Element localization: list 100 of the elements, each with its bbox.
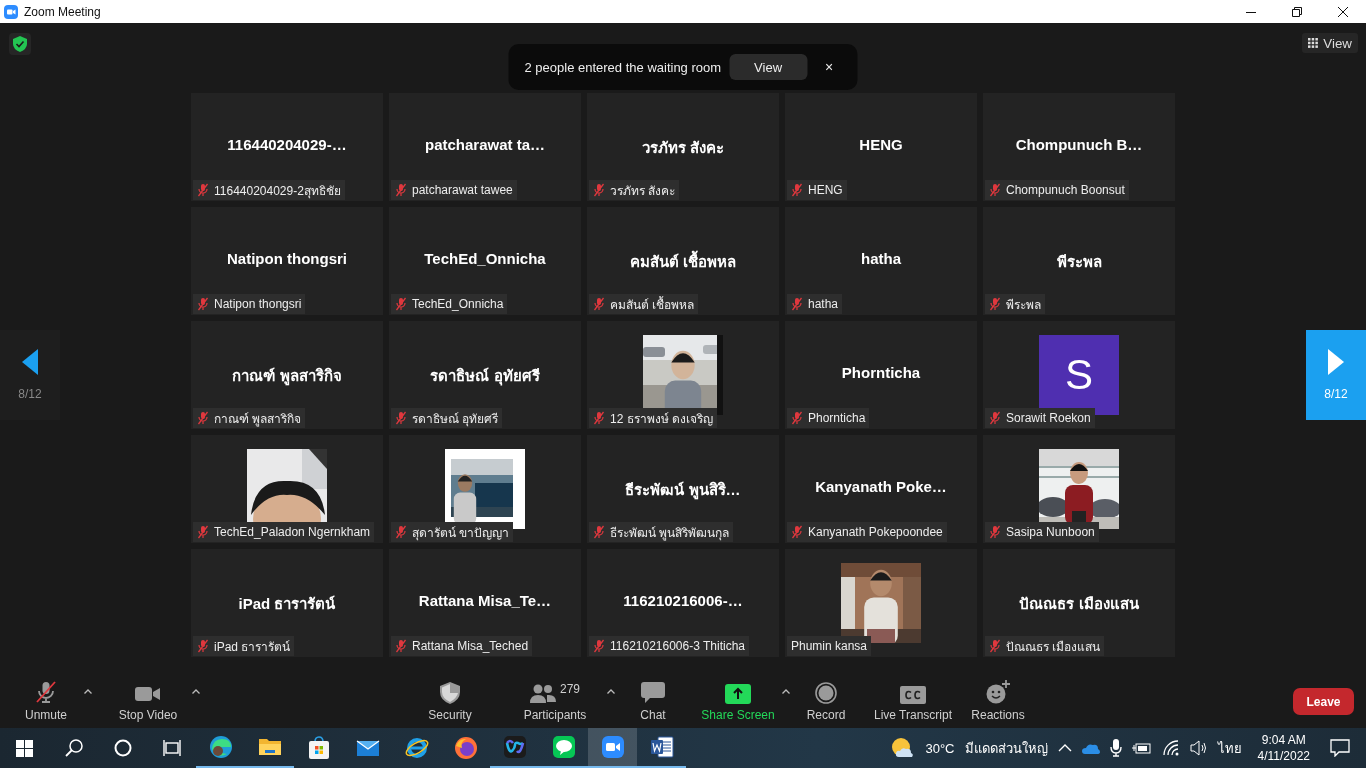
- view-button[interactable]: View: [729, 54, 808, 80]
- windows-logo-icon[interactable]: [16, 739, 33, 757]
- view-button[interactable]: View: [1302, 33, 1358, 53]
- shield-icon[interactable]: [9, 33, 31, 55]
- flame-globe-icon: [453, 736, 478, 760]
- grid-icon: [1308, 38, 1319, 48]
- previous-page-button[interactable]: 8/12: [0, 330, 60, 420]
- mic-icon[interactable]: [1109, 739, 1122, 757]
- participant-name: ธีระพัฒน์ พูนสิริ…: [625, 480, 741, 502]
- participant-name: กาณฑ์ พูลสาริกิจ: [232, 366, 342, 388]
- leave-button[interactable]: Leave: [1293, 688, 1354, 715]
- name-label: วรภัทร สังคะ: [589, 180, 680, 200]
- right-arrow-icon: [1328, 349, 1344, 375]
- name-label: Rattana Misa_Teched: [391, 636, 533, 656]
- cloud-icon[interactable]: [1081, 742, 1100, 754]
- name-label: Phumin kansa: [787, 636, 872, 656]
- name-label: hatha: [787, 294, 843, 314]
- caret-icon[interactable]: [780, 687, 792, 696]
- participant-name: รดาธิษณ์ อุทัยศรี: [430, 366, 540, 388]
- toolbar-button[interactable]: 279 Participants: [505, 675, 605, 728]
- record-icon: [815, 682, 837, 704]
- notification-icon[interactable]: [1330, 739, 1350, 757]
- participant-name: Phornticha: [841, 364, 921, 381]
- chat-bubble-icon: [551, 735, 576, 759]
- sun-cloud-icon: [891, 737, 916, 759]
- language-indicator[interactable]: ไทย: [1217, 737, 1242, 759]
- participant-name: พีระพล: [1056, 252, 1102, 272]
- notification-message: 2 people entered the waiting room: [524, 59, 722, 75]
- speech-bubble-icon: [641, 682, 665, 704]
- participant-name: HENG: [859, 136, 903, 153]
- participant-name: Kanyanath Poke…: [815, 478, 947, 495]
- participant-name: Rattana Misa_Te…: [418, 592, 552, 609]
- name-label: รดาธิษณ์ อุทัยศรี: [391, 408, 503, 428]
- video-camera-icon: [600, 735, 625, 759]
- toolbar-button[interactable]: Reactions: [963, 675, 1033, 728]
- restore-icon[interactable]: [1292, 6, 1302, 17]
- name-label: 116210216006-3 Thiticha: [589, 636, 749, 656]
- name-label: Kanyanath Pokepoondee: [787, 522, 947, 542]
- name-label: พีระพล: [985, 294, 1045, 314]
- participant-name: 116440204029-…: [227, 136, 347, 153]
- caret-icon[interactable]: [190, 687, 202, 696]
- loop-icon: [502, 735, 527, 759]
- toolbar-button[interactable]: Live Transcript: [868, 675, 958, 728]
- shield-icon: [440, 682, 460, 704]
- name-label: Natipon thongsri: [193, 294, 306, 314]
- caret-icon[interactable]: [605, 687, 617, 696]
- camera-logo-icon: [4, 4, 18, 19]
- name-label: TechEd_Onnicha: [391, 294, 508, 314]
- participant-count: 279: [560, 682, 580, 696]
- participant-name: patcharawat ta…: [424, 136, 545, 153]
- battery-icon[interactable]: [1131, 742, 1152, 754]
- name-label: ธีระพัฒน์ พูนสิริพัฒนกุล: [589, 522, 734, 542]
- globe-ring-icon: [404, 736, 429, 760]
- swirl-icon: [208, 735, 233, 759]
- participant-name: hatha: [861, 250, 901, 267]
- toolbar-button[interactable]: Security: [415, 675, 485, 728]
- close-icon[interactable]: [1338, 6, 1348, 17]
- name-label: TechEd_Paladon Ngernkham: [193, 522, 375, 542]
- participant-name: Chompunuch B…: [1015, 136, 1143, 153]
- name-label: Chompunuch Boonsut: [985, 180, 1129, 200]
- participant-name: 116210216006-…: [623, 592, 743, 609]
- participant-name: ปัณณธร เมืองแสน: [1019, 594, 1139, 614]
- document-icon: [649, 735, 674, 759]
- participant-name: iPad ธารารัตน์: [238, 594, 336, 614]
- name-label: คมสันต์ เชื้อพหล: [589, 294, 699, 314]
- shopping-bag-icon: [306, 736, 331, 760]
- participant-name: วรภัทร สังคะ: [641, 138, 725, 158]
- caret-icon[interactable]: [82, 687, 94, 696]
- name-label: iPad ธารารัตน์: [193, 636, 295, 656]
- name-label: patcharawat tawee: [391, 180, 517, 200]
- toolbar-button[interactable]: Record: [796, 675, 856, 728]
- name-label: 116440204029-2สุทธิชัย: [193, 180, 345, 200]
- clock-time[interactable]: 9:04 AM: [1261, 732, 1306, 748]
- name-label: Phornticha: [787, 408, 870, 428]
- name-label: 12 ธราพงษ์ ดงเจริญ: [589, 408, 717, 428]
- taskbar-app-button[interactable]: [588, 728, 637, 768]
- participant-name: คมสันต์ เชื้อพหล: [629, 250, 737, 274]
- toolbar-button[interactable]: Chat: [625, 675, 681, 728]
- wifi-icon[interactable]: [1161, 740, 1180, 756]
- temperature: 30°C: [925, 740, 955, 756]
- name-label: ปัณณธร เมืองแสน: [985, 636, 1105, 656]
- name-label: Sasipa Nunboon: [985, 522, 1099, 542]
- left-arrow-icon: [22, 349, 38, 375]
- people-icon: [530, 684, 556, 704]
- toolbar-button[interactable]: Unmute: [10, 675, 82, 728]
- name-label: สุดารัตน์ ขาปัญญา: [391, 522, 514, 542]
- window-title: Zoom Meeting: [24, 4, 102, 19]
- name-label: กาณฑ์ พูลสาริกิจ: [193, 408, 306, 428]
- speaker-icon[interactable]: [1189, 740, 1208, 756]
- name-label: Sorawit Roekon: [985, 408, 1095, 428]
- clock-date[interactable]: 4/11/2022: [1257, 748, 1310, 764]
- video-camera-icon: [135, 684, 161, 704]
- weather-condition: มีแดดส่วนใหญ่: [964, 739, 1048, 758]
- toolbar-button[interactable]: Stop Video: [106, 675, 190, 728]
- name-label: HENG: [787, 180, 847, 200]
- participant-name: TechEd_Onnicha: [424, 250, 546, 267]
- toolbar-button[interactable]: Share Screen: [696, 675, 780, 728]
- close-icon[interactable]: ×: [825, 59, 834, 75]
- chevron-up-icon[interactable]: [1057, 744, 1072, 752]
- smiley-icon: [986, 680, 1010, 704]
